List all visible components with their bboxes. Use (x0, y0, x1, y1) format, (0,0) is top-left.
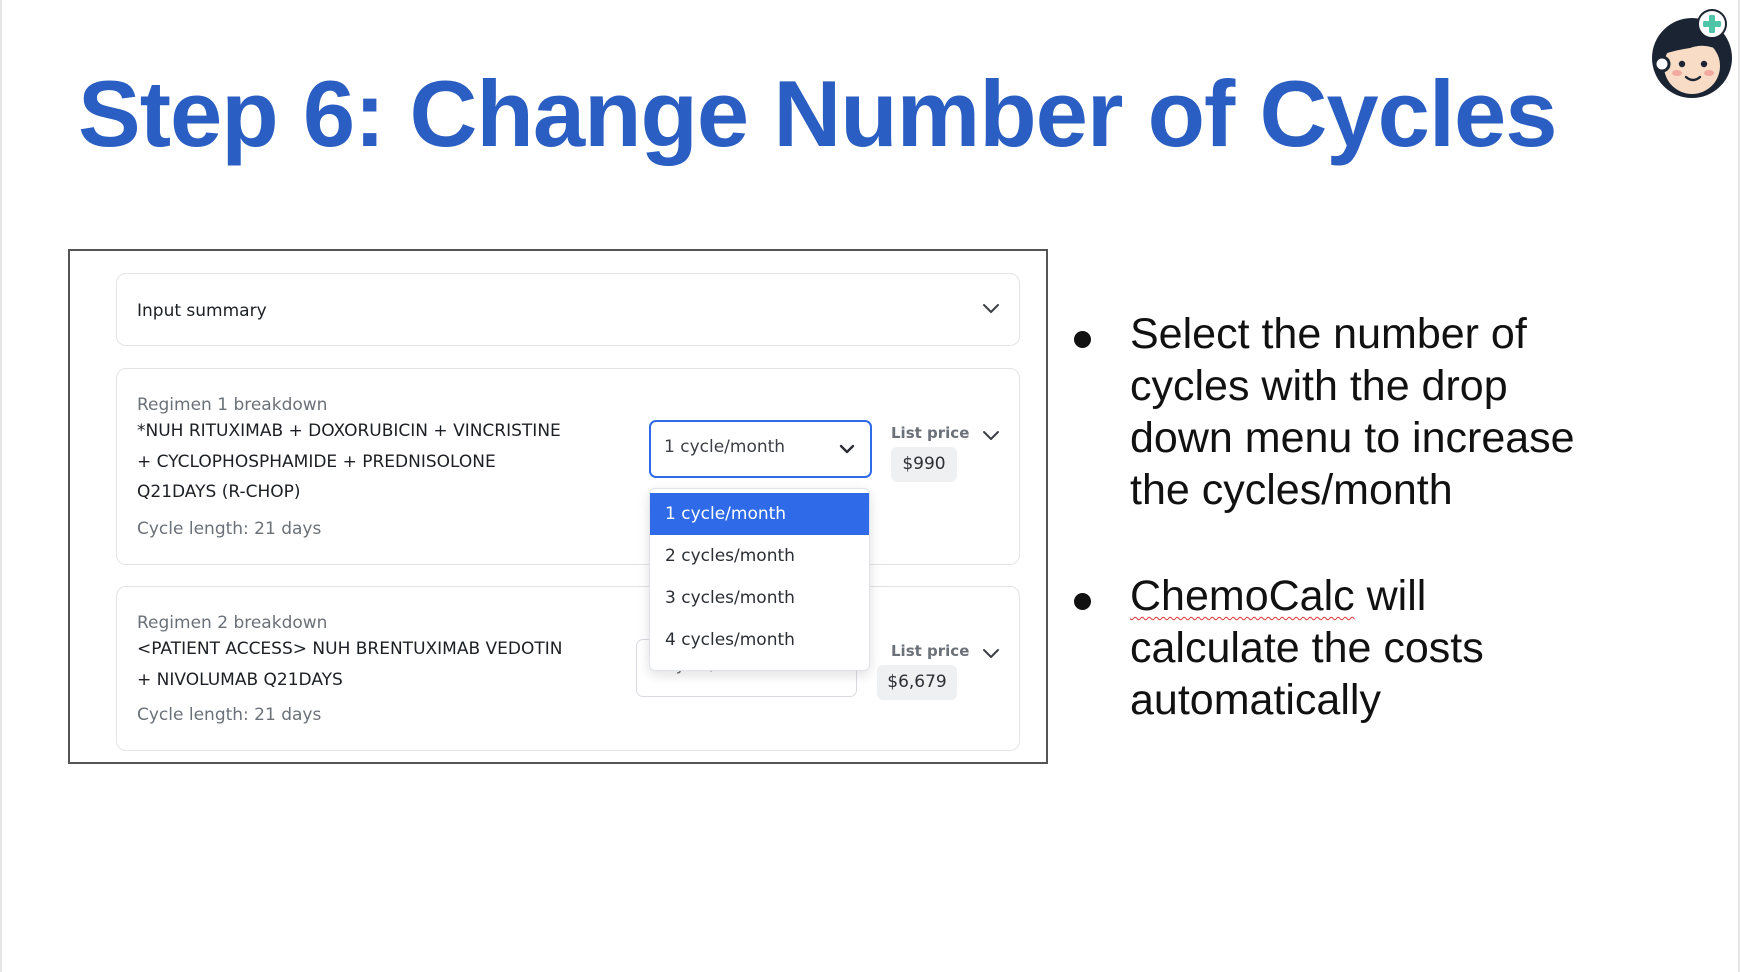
bullet-line: automatically (1130, 676, 1381, 724)
chevron-down-icon[interactable] (979, 423, 1003, 447)
bullet-dot (1074, 331, 1091, 348)
bullet-item: Select the number of cycles with the dro… (1074, 308, 1690, 516)
regimen-1-name-line: Q21DAYS (R-CHOP) (137, 482, 301, 502)
slide-edge (0, 0, 2, 972)
chevron-down-icon (839, 444, 855, 454)
regimen-2-name-line: + NIVOLUMAB Q21DAYS (137, 669, 343, 690)
regimen-1-heading: Regimen 1 breakdown (137, 395, 328, 415)
bullet-item: ChemoCalc will calculate the costs autom… (1074, 570, 1690, 726)
doctor-mascot-icon (1652, 9, 1732, 98)
bullet-line: calculate the costs (1130, 624, 1484, 672)
dropdown-option[interactable]: 3 cycles/month (650, 577, 869, 619)
bullet-line: cycles with the drop (1130, 362, 1508, 410)
dropdown-option[interactable]: 4 cycles/month (650, 619, 869, 661)
regimen-2-card: Regimen 2 breakdown <PATIENT ACCESS> NUH… (116, 586, 1020, 751)
dropdown-option[interactable]: 1 cycle/month (650, 493, 869, 535)
input-summary-label: Input summary (137, 301, 267, 321)
bullet-line: ChemoCalc will (1130, 570, 1690, 622)
chevron-down-icon[interactable] (979, 641, 1003, 665)
regimen-1-cycles-select[interactable]: 1 cycle/month (649, 420, 872, 478)
slide-title: Step 6: Change Number of Cycles (78, 61, 1558, 166)
list-price-label: List price (891, 424, 970, 442)
dropdown-option[interactable]: 2 cycles/month (650, 535, 869, 577)
list-price-badge: $990 (891, 447, 957, 482)
regimen-1-name-line: + CYCLOPHOSPHAMIDE + PREDNISOLONE (137, 451, 496, 472)
chemocalc-screenshot: Input summary Regimen 1 breakdown *NUH R… (68, 249, 1048, 764)
cycles-dropdown-menu: 1 cycle/month 2 cycles/month 3 cycles/mo… (649, 488, 870, 671)
bullet-text: will (1354, 572, 1427, 620)
regimen-1-name-line: *NUH RITUXIMAB + DOXORUBICIN + VINCRISTI… (137, 421, 561, 441)
regimen-2-name: <PATIENT ACCESS> NUH BRENTUXIMAB VEDOTIN… (137, 634, 577, 695)
bullet-line: the cycles/month (1130, 466, 1453, 514)
select-value: 1 cycle/month (664, 437, 786, 457)
regimen-1-cycle-length: Cycle length: 21 days (137, 519, 322, 539)
regimen-2-name-line: <PATIENT ACCESS> NUH BRENTUXIMAB VEDOTIN (137, 639, 563, 659)
list-price-label: List price (891, 642, 970, 660)
spellcheck-word: ChemoCalc (1130, 572, 1355, 620)
bullet-line: down menu to increase (1130, 414, 1575, 462)
regimen-1-card: Regimen 1 breakdown *NUH RITUXIMAB + DOX… (116, 368, 1020, 565)
bullet-line: Select the number of (1130, 310, 1527, 358)
input-summary-card[interactable]: Input summary (116, 273, 1020, 346)
regimen-2-heading: Regimen 2 breakdown (137, 613, 328, 633)
list-price-badge: $6,679 (877, 665, 957, 700)
regimen-2-cycle-length: Cycle length: 21 days (137, 705, 322, 725)
chevron-down-icon[interactable] (979, 296, 1003, 320)
regimen-1-name: *NUH RITUXIMAB + DOXORUBICIN + VINCRISTI… (137, 416, 577, 508)
bullet-dot (1074, 593, 1091, 610)
